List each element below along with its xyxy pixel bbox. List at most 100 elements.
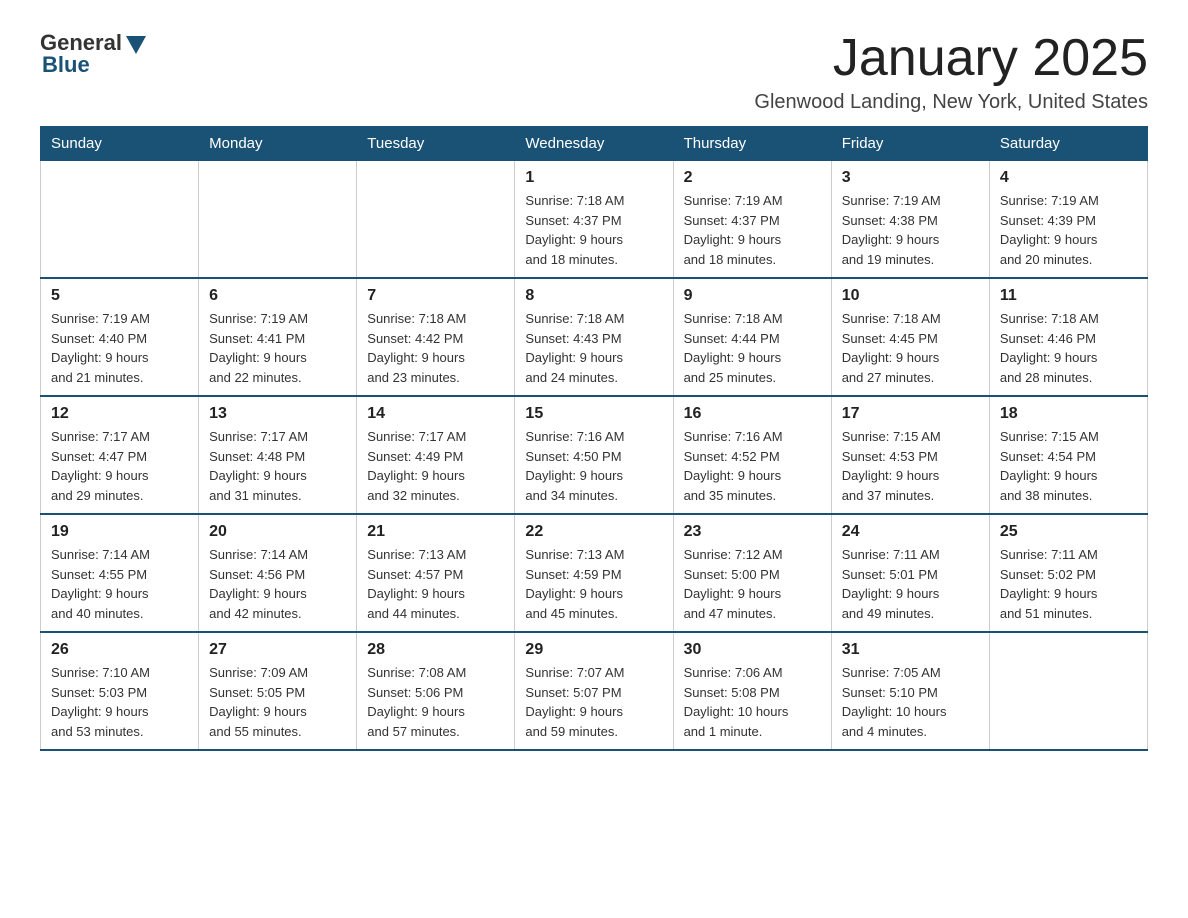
day-info: Sunrise: 7:18 AMSunset: 4:45 PMDaylight:…	[842, 309, 979, 387]
calendar-cell: 23 Sunrise: 7:12 AMSunset: 5:00 PMDayligh…	[673, 514, 831, 632]
day-number: 17	[842, 405, 979, 423]
calendar-cell: 24Sunrise: 7:11 AMSunset: 5:01 PMDayligh…	[831, 514, 989, 632]
day-info: Sunrise: 7:09 AMSunset: 5:05 PMDaylight:…	[209, 663, 346, 741]
calendar-cell: 25 Sunrise: 7:11 AMSunset: 5:02 PMDayligh…	[989, 514, 1147, 632]
calendar-week-4: 19 Sunrise: 7:14 AMSunset: 4:55 PMDayligh…	[41, 514, 1148, 632]
weekday-header-friday: Friday	[831, 127, 989, 161]
calendar-cell: 29 Sunrise: 7:07 AMSunset: 5:07 PMDayligh…	[515, 632, 673, 750]
day-info: Sunrise: 7:08 AMSunset: 5:06 PMDaylight:…	[367, 663, 504, 741]
day-info: Sunrise: 7:18 AMSunset: 4:42 PMDaylight:…	[367, 309, 504, 387]
weekday-header-sunday: Sunday	[41, 127, 199, 161]
day-info: Sunrise: 7:18 AMSunset: 4:43 PMDaylight:…	[525, 309, 662, 387]
day-number: 27	[209, 641, 346, 659]
day-info: Sunrise: 7:07 AMSunset: 5:07 PMDaylight:…	[525, 663, 662, 741]
logo: General Blue	[40, 30, 146, 78]
day-number: 11	[1000, 287, 1137, 305]
calendar-cell	[357, 161, 515, 279]
day-number: 3	[842, 169, 979, 187]
day-number: 28	[367, 641, 504, 659]
day-number: 2	[684, 169, 821, 187]
day-info: Sunrise: 7:14 AMSunset: 4:56 PMDaylight:…	[209, 545, 346, 623]
day-info: Sunrise: 7:12 AMSunset: 5:00 PMDaylight:…	[684, 545, 821, 623]
day-number: 19	[51, 523, 188, 541]
logo-triangle-icon	[126, 36, 146, 54]
calendar-cell: 27 Sunrise: 7:09 AMSunset: 5:05 PMDayligh…	[199, 632, 357, 750]
weekday-header-wednesday: Wednesday	[515, 127, 673, 161]
calendar-cell: 31 Sunrise: 7:05 AMSunset: 5:10 PMDayligh…	[831, 632, 989, 750]
day-number: 9	[684, 287, 821, 305]
day-number: 26	[51, 641, 188, 659]
day-number: 20	[209, 523, 346, 541]
calendar-cell: 30Sunrise: 7:06 AMSunset: 5:08 PMDayligh…	[673, 632, 831, 750]
day-info: Sunrise: 7:13 AMSunset: 4:59 PMDaylight:…	[525, 545, 662, 623]
day-number: 25	[1000, 523, 1137, 541]
day-number: 6	[209, 287, 346, 305]
day-number: 7	[367, 287, 504, 305]
calendar-cell: 9 Sunrise: 7:18 AMSunset: 4:44 PMDaylight…	[673, 278, 831, 396]
calendar-cell: 19 Sunrise: 7:14 AMSunset: 4:55 PMDayligh…	[41, 514, 199, 632]
calendar-cell: 21Sunrise: 7:13 AMSunset: 4:57 PMDayligh…	[357, 514, 515, 632]
calendar-cell: 18Sunrise: 7:15 AMSunset: 4:54 PMDayligh…	[989, 396, 1147, 514]
calendar-cell: 2Sunrise: 7:19 AMSunset: 4:37 PMDaylight…	[673, 161, 831, 279]
calendar-cell	[199, 161, 357, 279]
day-info: Sunrise: 7:10 AMSunset: 5:03 PMDaylight:…	[51, 663, 188, 741]
day-number: 29	[525, 641, 662, 659]
day-info: Sunrise: 7:17 AMSunset: 4:48 PMDaylight:…	[209, 427, 346, 505]
day-info: Sunrise: 7:17 AMSunset: 4:49 PMDaylight:…	[367, 427, 504, 505]
day-info: Sunrise: 7:15 AMSunset: 4:53 PMDaylight:…	[842, 427, 979, 505]
calendar-cell: 12Sunrise: 7:17 AMSunset: 4:47 PMDayligh…	[41, 396, 199, 514]
subtitle: Glenwood Landing, New York, United State…	[754, 91, 1148, 114]
day-info: Sunrise: 7:16 AMSunset: 4:50 PMDaylight:…	[525, 427, 662, 505]
day-info: Sunrise: 7:19 AMSunset: 4:41 PMDaylight:…	[209, 309, 346, 387]
day-number: 5	[51, 287, 188, 305]
calendar-cell: 17 Sunrise: 7:15 AMSunset: 4:53 PMDayligh…	[831, 396, 989, 514]
day-number: 8	[525, 287, 662, 305]
day-number: 1	[525, 169, 662, 187]
calendar-cell	[989, 632, 1147, 750]
day-info: Sunrise: 7:16 AMSunset: 4:52 PMDaylight:…	[684, 427, 821, 505]
day-number: 10	[842, 287, 979, 305]
calendar-week-2: 5 Sunrise: 7:19 AMSunset: 4:40 PMDaylight…	[41, 278, 1148, 396]
weekday-header-thursday: Thursday	[673, 127, 831, 161]
main-title: January 2025	[754, 30, 1148, 87]
day-number: 22	[525, 523, 662, 541]
day-info: Sunrise: 7:19 AMSunset: 4:40 PMDaylight:…	[51, 309, 188, 387]
calendar-cell: 16Sunrise: 7:16 AMSunset: 4:52 PMDayligh…	[673, 396, 831, 514]
calendar-cell: 13Sunrise: 7:17 AMSunset: 4:48 PMDayligh…	[199, 396, 357, 514]
day-number: 4	[1000, 169, 1137, 187]
day-number: 14	[367, 405, 504, 423]
day-info: Sunrise: 7:05 AMSunset: 5:10 PMDaylight:…	[842, 663, 979, 741]
calendar-cell: 4 Sunrise: 7:19 AMSunset: 4:39 PMDaylight…	[989, 161, 1147, 279]
page-header: General Blue January 2025 Glenwood Landi…	[40, 30, 1148, 114]
day-info: Sunrise: 7:19 AMSunset: 4:39 PMDaylight:…	[1000, 191, 1137, 269]
weekday-header-row: SundayMondayTuesdayWednesdayThursdayFrid…	[41, 127, 1148, 161]
calendar-table: SundayMondayTuesdayWednesdayThursdayFrid…	[40, 126, 1148, 751]
calendar-cell: 22 Sunrise: 7:13 AMSunset: 4:59 PMDayligh…	[515, 514, 673, 632]
calendar-cell: 8 Sunrise: 7:18 AMSunset: 4:43 PMDaylight…	[515, 278, 673, 396]
day-info: Sunrise: 7:19 AMSunset: 4:38 PMDaylight:…	[842, 191, 979, 269]
calendar-cell: 15 Sunrise: 7:16 AMSunset: 4:50 PMDayligh…	[515, 396, 673, 514]
day-info: Sunrise: 7:18 AMSunset: 4:44 PMDaylight:…	[684, 309, 821, 387]
weekday-header-monday: Monday	[199, 127, 357, 161]
day-info: Sunrise: 7:11 AMSunset: 5:01 PMDaylight:…	[842, 545, 979, 623]
day-info: Sunrise: 7:06 AMSunset: 5:08 PMDaylight:…	[684, 663, 821, 741]
day-number: 18	[1000, 405, 1137, 423]
calendar-cell: 10 Sunrise: 7:18 AMSunset: 4:45 PMDayligh…	[831, 278, 989, 396]
calendar-cell: 5 Sunrise: 7:19 AMSunset: 4:40 PMDaylight…	[41, 278, 199, 396]
calendar-cell: 28 Sunrise: 7:08 AMSunset: 5:06 PMDayligh…	[357, 632, 515, 750]
day-number: 15	[525, 405, 662, 423]
calendar-week-3: 12Sunrise: 7:17 AMSunset: 4:47 PMDayligh…	[41, 396, 1148, 514]
calendar-cell: 20 Sunrise: 7:14 AMSunset: 4:56 PMDayligh…	[199, 514, 357, 632]
day-number: 31	[842, 641, 979, 659]
calendar-cell: 26 Sunrise: 7:10 AMSunset: 5:03 PMDayligh…	[41, 632, 199, 750]
calendar-cell: 1Sunrise: 7:18 AMSunset: 4:37 PMDaylight…	[515, 161, 673, 279]
day-number: 21	[367, 523, 504, 541]
calendar-week-5: 26 Sunrise: 7:10 AMSunset: 5:03 PMDayligh…	[41, 632, 1148, 750]
calendar-cell: 3 Sunrise: 7:19 AMSunset: 4:38 PMDaylight…	[831, 161, 989, 279]
day-info: Sunrise: 7:18 AMSunset: 4:46 PMDaylight:…	[1000, 309, 1137, 387]
weekday-header-tuesday: Tuesday	[357, 127, 515, 161]
day-number: 23	[684, 523, 821, 541]
day-info: Sunrise: 7:17 AMSunset: 4:47 PMDaylight:…	[51, 427, 188, 505]
day-info: Sunrise: 7:14 AMSunset: 4:55 PMDaylight:…	[51, 545, 188, 623]
day-info: Sunrise: 7:11 AMSunset: 5:02 PMDaylight:…	[1000, 545, 1137, 623]
